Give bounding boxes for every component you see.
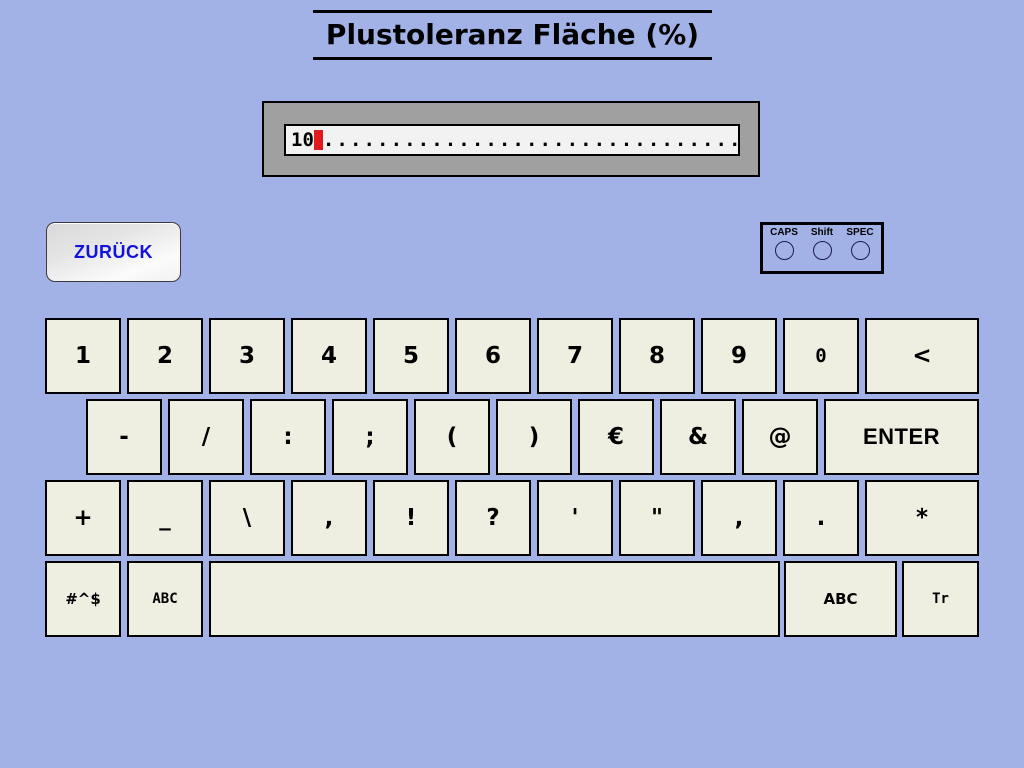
key-question[interactable]: ? [455, 480, 531, 556]
value-input[interactable]: 10 ................................. [284, 124, 740, 156]
key-period[interactable]: . [783, 480, 859, 556]
text-cursor [313, 130, 323, 150]
page-title: Plustoleranz Fläche (%) [325, 18, 700, 51]
status-label-shift: Shift [810, 227, 834, 238]
key-at[interactable]: @ [742, 399, 818, 475]
key-euro[interactable]: € [578, 399, 654, 475]
key-slash-label: / [201, 424, 211, 450]
value-input-frame: 10 ................................. [262, 101, 760, 177]
key-semicolon[interactable]: ; [332, 399, 408, 475]
key-enter[interactable]: ENTER [824, 399, 979, 475]
key-special-layout-label: #^$ [65, 590, 101, 608]
key-slash[interactable]: / [168, 399, 244, 475]
key-exclamation-label: ! [405, 505, 417, 531]
key-1-label: 1 [74, 343, 91, 369]
key-8[interactable]: 8 [619, 318, 695, 394]
key-semicolon-label: ; [365, 424, 375, 450]
key-underscore-label: _ [159, 505, 171, 531]
key-3[interactable]: 3 [209, 318, 285, 394]
key-ampersand-label: & [687, 424, 709, 450]
key-9-label: 9 [730, 343, 747, 369]
key-ampersand[interactable]: & [660, 399, 736, 475]
key-plus-label: + [73, 505, 93, 531]
key-asterisk[interactable]: * [865, 480, 979, 556]
shift-led-icon [812, 241, 832, 260]
key-0[interactable]: 0 [783, 318, 859, 394]
key-1[interactable]: 1 [45, 318, 121, 394]
key-5[interactable]: 5 [373, 318, 449, 394]
back-button[interactable]: ZURÜCK [46, 222, 181, 282]
key-asterisk-label: * [915, 505, 929, 531]
status-label-spec: SPEC [846, 227, 874, 238]
key-backslash-label: \ [242, 505, 252, 531]
key-6-label: 6 [484, 343, 501, 369]
key-colon[interactable]: : [250, 399, 326, 475]
key-7-label: 7 [566, 343, 583, 369]
page-title-block: Plustoleranz Fläche (%) [313, 10, 712, 60]
key-2-label: 2 [156, 343, 173, 369]
row-digits: 1 2 3 4 5 6 7 8 9 0 < [0, 318, 1024, 399]
key-9[interactable]: 9 [701, 318, 777, 394]
key-comma-1[interactable]: , [291, 480, 367, 556]
key-3-label: 3 [238, 343, 255, 369]
key-exclamation[interactable]: ! [373, 480, 449, 556]
key-backspace-label: < [912, 343, 932, 369]
key-5-label: 5 [402, 343, 419, 369]
key-enter-label: ENTER [862, 424, 941, 449]
status-indicator-caps: CAPS [765, 226, 803, 260]
key-tr[interactable]: Tr [902, 561, 979, 637]
key-backspace[interactable]: < [865, 318, 979, 394]
key-at-label: @ [768, 424, 792, 450]
key-apostrophe-label: ' [571, 505, 579, 531]
key-tr-label: Tr [932, 591, 949, 607]
key-2[interactable]: 2 [127, 318, 203, 394]
key-plus[interactable]: + [45, 480, 121, 556]
key-quote[interactable]: " [619, 480, 695, 556]
key-0-label: 0 [815, 345, 827, 367]
key-underscore[interactable]: _ [127, 480, 203, 556]
key-abc-left-label: ABC [152, 591, 178, 607]
key-8-label: 8 [648, 343, 665, 369]
key-hyphen-label: - [119, 424, 129, 450]
key-apostrophe[interactable]: ' [537, 480, 613, 556]
key-4[interactable]: 4 [291, 318, 367, 394]
key-period-label: . [816, 505, 826, 531]
key-hyphen[interactable]: - [86, 399, 162, 475]
key-comma-2-label: , [734, 505, 744, 531]
key-paren-open[interactable]: ( [414, 399, 490, 475]
key-paren-close-label: ) [528, 424, 540, 450]
key-backslash[interactable]: \ [209, 480, 285, 556]
key-special-layout[interactable]: #^$ [45, 561, 121, 637]
row-modifiers: #^$ ABC ABC Tr [0, 561, 1024, 642]
on-screen-keyboard: 1 2 3 4 5 6 7 8 9 0 < - /:; () € & @ ENTER + _ \,!? ' ",. * #^$ A… [0, 318, 1024, 642]
key-comma-2[interactable]: , [701, 480, 777, 556]
spec-led-icon [850, 241, 870, 260]
key-abc-left[interactable]: ABC [127, 561, 203, 637]
key-6[interactable]: 6 [455, 318, 531, 394]
status-label-caps: CAPS [770, 227, 798, 238]
back-button-label: ZURÜCK [74, 241, 153, 262]
key-abc-right[interactable]: ABC [784, 561, 897, 637]
value-input-placeholder: ................................. [322, 129, 740, 151]
key-euro-label: € [607, 424, 624, 450]
key-question-label: ? [486, 505, 500, 531]
key-comma-1-label: , [324, 505, 334, 531]
key-4-label: 4 [320, 343, 337, 369]
key-abc-right-label: ABC [823, 590, 858, 608]
key-colon-label: : [283, 424, 293, 450]
caps-led-icon [774, 241, 794, 260]
value-input-text: 10 [291, 129, 314, 151]
row-symbols-1: - /:; () € & @ ENTER [0, 399, 1024, 480]
keyboard-status-panel: CAPS Shift SPEC [760, 222, 884, 274]
status-indicator-spec: SPEC [841, 226, 879, 260]
key-paren-open-label: ( [446, 424, 458, 450]
key-7[interactable]: 7 [537, 318, 613, 394]
key-paren-close[interactable]: ) [496, 399, 572, 475]
status-indicator-shift: Shift [803, 226, 841, 260]
key-space[interactable] [209, 561, 780, 637]
key-quote-label: " [651, 505, 663, 531]
row-symbols-2: + _ \,!? ' ",. * [0, 480, 1024, 561]
